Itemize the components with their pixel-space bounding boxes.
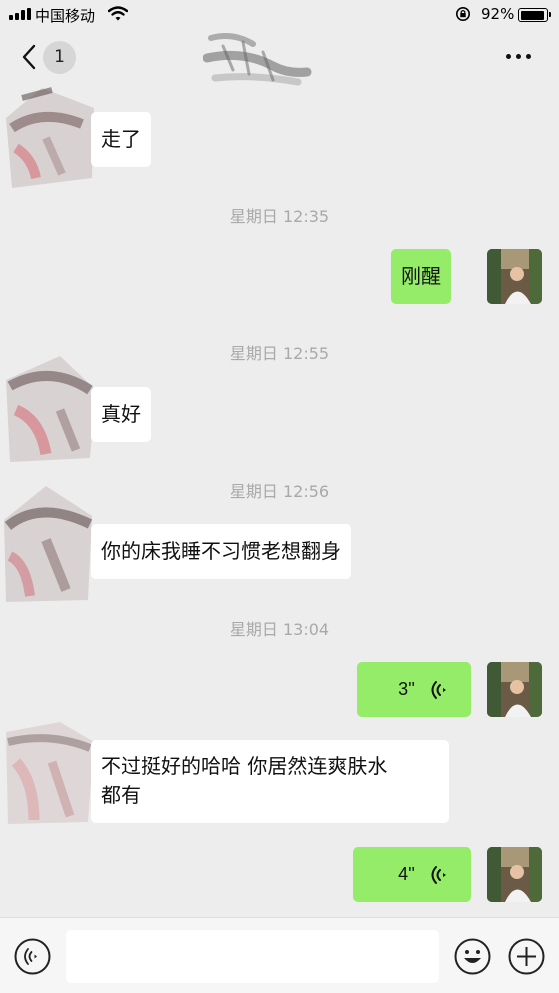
message-text-line: 不过挺好的哈哈 你居然连爽肤水 bbox=[101, 754, 388, 778]
timestamp: 星期日 12:35 bbox=[229, 207, 330, 226]
orientation-lock-icon bbox=[456, 7, 470, 21]
message-input[interactable] bbox=[66, 930, 439, 983]
outgoing-voice-message[interactable]: 3'' bbox=[357, 662, 471, 717]
voice-wave-icon bbox=[431, 865, 446, 884]
incoming-message: 真好 bbox=[91, 387, 151, 442]
battery-icon bbox=[518, 8, 551, 22]
message-text: 走了 bbox=[101, 127, 141, 151]
back-icon[interactable] bbox=[18, 42, 44, 72]
voice-duration: 3'' bbox=[398, 679, 415, 699]
redacted-contact-name bbox=[203, 33, 312, 86]
outgoing-message: 刚醒 bbox=[391, 249, 451, 304]
signal-icon bbox=[9, 8, 31, 20]
voice-duration: 4'' bbox=[398, 864, 415, 884]
voice-wave-icon bbox=[431, 680, 446, 699]
message-text: 你的床我睡不习惯老想翻身 bbox=[101, 539, 341, 563]
message-text: 真好 bbox=[101, 402, 141, 426]
input-bar bbox=[0, 917, 559, 993]
contact-avatar[interactable] bbox=[0, 350, 100, 468]
my-avatar[interactable] bbox=[487, 662, 542, 717]
message-text-line: 都有 bbox=[101, 783, 141, 807]
incoming-message: 不过挺好的哈哈 你居然连爽肤水 都有 bbox=[91, 740, 449, 823]
status-bar: 中国移动 92% bbox=[0, 0, 559, 30]
carrier-name: 中国移动 bbox=[35, 7, 96, 25]
incoming-message: 走了 bbox=[91, 112, 151, 167]
incoming-message: 你的床我睡不习惯老想翻身 bbox=[91, 524, 351, 579]
plus-icon[interactable] bbox=[508, 938, 545, 975]
unread-count-badge[interactable]: 1 bbox=[43, 41, 76, 74]
outgoing-voice-message[interactable]: 4'' bbox=[353, 847, 471, 902]
my-avatar[interactable] bbox=[487, 249, 542, 304]
voice-input-icon[interactable] bbox=[14, 938, 51, 975]
timestamp: 星期日 13:04 bbox=[229, 620, 330, 639]
contact-avatar[interactable] bbox=[0, 480, 96, 608]
my-avatar[interactable] bbox=[487, 847, 542, 902]
contact-avatar[interactable] bbox=[0, 712, 96, 830]
emoji-icon[interactable] bbox=[454, 938, 491, 975]
wifi-icon bbox=[108, 6, 128, 21]
battery-percent: 92% bbox=[481, 5, 515, 23]
message-text: 刚醒 bbox=[401, 264, 441, 288]
contact-avatar[interactable] bbox=[2, 78, 98, 194]
more-icon[interactable] bbox=[506, 54, 531, 59]
